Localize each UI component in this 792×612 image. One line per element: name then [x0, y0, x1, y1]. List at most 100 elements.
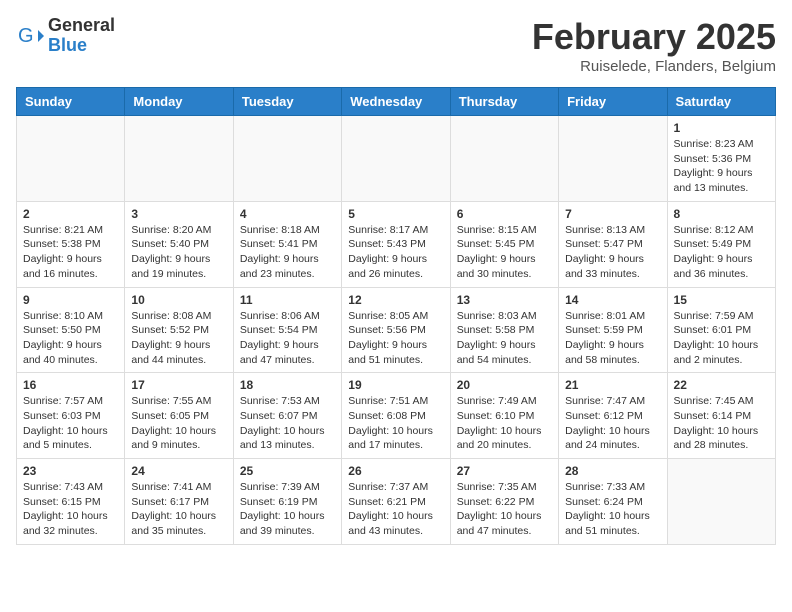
- calendar: SundayMondayTuesdayWednesdayThursdayFrid…: [16, 87, 776, 545]
- day-info: Sunrise: 7:35 AM Sunset: 6:22 PM Dayligh…: [457, 480, 552, 539]
- day-info: Sunrise: 8:18 AM Sunset: 5:41 PM Dayligh…: [240, 223, 335, 282]
- calendar-cell: [125, 116, 233, 202]
- day-number: 6: [457, 207, 552, 221]
- day-number: 25: [240, 464, 335, 478]
- day-number: 20: [457, 378, 552, 392]
- calendar-cell: [342, 116, 450, 202]
- calendar-cell: 4 Sunrise: 8:18 AM Sunset: 5:41 PM Daylig…: [233, 201, 341, 287]
- day-number: 27: [457, 464, 552, 478]
- day-number: 2: [23, 207, 118, 221]
- calendar-cell: 22Sunrise: 7:45 AM Sunset: 6:14 PM Dayli…: [667, 373, 775, 459]
- calendar-cell: 11 Sunrise: 8:06 AM Sunset: 5:54 PM Dayli…: [233, 287, 341, 373]
- logo-general-text: General: [48, 16, 115, 36]
- calendar-cell: 23Sunrise: 7:43 AM Sunset: 6:15 PM Dayli…: [17, 459, 125, 545]
- day-info: Sunrise: 7:37 AM Sunset: 6:21 PM Dayligh…: [348, 480, 443, 539]
- calendar-cell: 7 Sunrise: 8:13 AM Sunset: 5:47 PM Daylig…: [559, 201, 667, 287]
- day-info: Sunrise: 7:43 AM Sunset: 6:15 PM Dayligh…: [23, 480, 118, 539]
- day-header-wednesday: Wednesday: [342, 88, 450, 116]
- day-number: 5: [348, 207, 443, 221]
- day-info: Sunrise: 7:55 AM Sunset: 6:05 PM Dayligh…: [131, 394, 226, 453]
- day-number: 28: [565, 464, 660, 478]
- week-row-4: 16Sunrise: 7:57 AM Sunset: 6:03 PM Dayli…: [17, 373, 776, 459]
- day-info: Sunrise: 7:49 AM Sunset: 6:10 PM Dayligh…: [457, 394, 552, 453]
- day-info: Sunrise: 8:15 AM Sunset: 5:45 PM Dayligh…: [457, 223, 552, 282]
- calendar-cell: 17 Sunrise: 7:55 AM Sunset: 6:05 PM Dayli…: [125, 373, 233, 459]
- day-number: 17: [131, 378, 226, 392]
- logo-text: General Blue: [48, 16, 115, 56]
- day-number: 16: [23, 378, 118, 392]
- calendar-cell: 12 Sunrise: 8:05 AM Sunset: 5:56 PM Dayli…: [342, 287, 450, 373]
- calendar-header: SundayMondayTuesdayWednesdayThursdayFrid…: [17, 88, 776, 116]
- days-of-week-row: SundayMondayTuesdayWednesdayThursdayFrid…: [17, 88, 776, 116]
- calendar-cell: [450, 116, 558, 202]
- calendar-cell: 1 Sunrise: 8:23 AM Sunset: 5:36 PM Daylig…: [667, 116, 775, 202]
- header: G General Blue February 2025 Ruiselede, …: [16, 16, 776, 75]
- location-title: Ruiselede, Flanders, Belgium: [532, 58, 776, 75]
- calendar-cell: 6 Sunrise: 8:15 AM Sunset: 5:45 PM Daylig…: [450, 201, 558, 287]
- day-number: 3: [131, 207, 226, 221]
- calendar-cell: 3 Sunrise: 8:20 AM Sunset: 5:40 PM Daylig…: [125, 201, 233, 287]
- calendar-cell: [17, 116, 125, 202]
- day-info: Sunrise: 8:23 AM Sunset: 5:36 PM Dayligh…: [674, 137, 769, 196]
- title-area: February 2025 Ruiselede, Flanders, Belgi…: [532, 16, 776, 75]
- calendar-cell: 19 Sunrise: 7:51 AM Sunset: 6:08 PM Dayli…: [342, 373, 450, 459]
- week-row-3: 9 Sunrise: 8:10 AM Sunset: 5:50 PM Daylig…: [17, 287, 776, 373]
- day-header-monday: Monday: [125, 88, 233, 116]
- week-row-2: 2 Sunrise: 8:21 AM Sunset: 5:38 PM Daylig…: [17, 201, 776, 287]
- day-number: 7: [565, 207, 660, 221]
- day-number: 9: [23, 293, 118, 307]
- day-number: 24: [131, 464, 226, 478]
- calendar-cell: 16Sunrise: 7:57 AM Sunset: 6:03 PM Dayli…: [17, 373, 125, 459]
- calendar-cell: 15 Sunrise: 7:59 AM Sunset: 6:01 PM Dayli…: [667, 287, 775, 373]
- month-title: February 2025: [532, 16, 776, 58]
- calendar-cell: [559, 116, 667, 202]
- calendar-cell: 10 Sunrise: 8:08 AM Sunset: 5:52 PM Dayli…: [125, 287, 233, 373]
- day-number: 22: [674, 378, 769, 392]
- day-info: Sunrise: 8:17 AM Sunset: 5:43 PM Dayligh…: [348, 223, 443, 282]
- week-row-1: 1 Sunrise: 8:23 AM Sunset: 5:36 PM Daylig…: [17, 116, 776, 202]
- day-header-saturday: Saturday: [667, 88, 775, 116]
- calendar-cell: 2 Sunrise: 8:21 AM Sunset: 5:38 PM Daylig…: [17, 201, 125, 287]
- day-info: Sunrise: 8:13 AM Sunset: 5:47 PM Dayligh…: [565, 223, 660, 282]
- calendar-body: 1 Sunrise: 8:23 AM Sunset: 5:36 PM Daylig…: [17, 116, 776, 545]
- day-number: 21: [565, 378, 660, 392]
- calendar-cell: 14 Sunrise: 8:01 AM Sunset: 5:59 PM Dayli…: [559, 287, 667, 373]
- day-info: Sunrise: 7:33 AM Sunset: 6:24 PM Dayligh…: [565, 480, 660, 539]
- day-info: Sunrise: 8:21 AM Sunset: 5:38 PM Dayligh…: [23, 223, 118, 282]
- day-info: Sunrise: 8:01 AM Sunset: 5:59 PM Dayligh…: [565, 309, 660, 368]
- calendar-cell: 21 Sunrise: 7:47 AM Sunset: 6:12 PM Dayli…: [559, 373, 667, 459]
- day-info: Sunrise: 8:05 AM Sunset: 5:56 PM Dayligh…: [348, 309, 443, 368]
- calendar-cell: 5 Sunrise: 8:17 AM Sunset: 5:43 PM Daylig…: [342, 201, 450, 287]
- day-info: Sunrise: 7:51 AM Sunset: 6:08 PM Dayligh…: [348, 394, 443, 453]
- day-info: Sunrise: 7:59 AM Sunset: 6:01 PM Dayligh…: [674, 309, 769, 368]
- day-header-sunday: Sunday: [17, 88, 125, 116]
- logo-blue-text: Blue: [48, 36, 115, 56]
- logo: G General Blue: [16, 16, 115, 56]
- calendar-cell: 26Sunrise: 7:37 AM Sunset: 6:21 PM Dayli…: [342, 459, 450, 545]
- day-info: Sunrise: 8:10 AM Sunset: 5:50 PM Dayligh…: [23, 309, 118, 368]
- day-number: 8: [674, 207, 769, 221]
- day-info: Sunrise: 8:20 AM Sunset: 5:40 PM Dayligh…: [131, 223, 226, 282]
- logo-icon: G: [16, 22, 44, 50]
- calendar-cell: 9 Sunrise: 8:10 AM Sunset: 5:50 PM Daylig…: [17, 287, 125, 373]
- day-info: Sunrise: 8:08 AM Sunset: 5:52 PM Dayligh…: [131, 309, 226, 368]
- calendar-cell: [667, 459, 775, 545]
- day-number: 11: [240, 293, 335, 307]
- calendar-cell: 25Sunrise: 7:39 AM Sunset: 6:19 PM Dayli…: [233, 459, 341, 545]
- day-number: 15: [674, 293, 769, 307]
- day-number: 1: [674, 121, 769, 135]
- day-info: Sunrise: 8:03 AM Sunset: 5:58 PM Dayligh…: [457, 309, 552, 368]
- day-info: Sunrise: 8:06 AM Sunset: 5:54 PM Dayligh…: [240, 309, 335, 368]
- day-number: 4: [240, 207, 335, 221]
- day-number: 12: [348, 293, 443, 307]
- calendar-cell: 24Sunrise: 7:41 AM Sunset: 6:17 PM Dayli…: [125, 459, 233, 545]
- day-number: 13: [457, 293, 552, 307]
- day-info: Sunrise: 7:47 AM Sunset: 6:12 PM Dayligh…: [565, 394, 660, 453]
- day-number: 19: [348, 378, 443, 392]
- calendar-cell: 13 Sunrise: 8:03 AM Sunset: 5:58 PM Dayli…: [450, 287, 558, 373]
- day-header-tuesday: Tuesday: [233, 88, 341, 116]
- calendar-cell: 18Sunrise: 7:53 AM Sunset: 6:07 PM Dayli…: [233, 373, 341, 459]
- day-number: 14: [565, 293, 660, 307]
- calendar-cell: 27 Sunrise: 7:35 AM Sunset: 6:22 PM Dayli…: [450, 459, 558, 545]
- day-number: 10: [131, 293, 226, 307]
